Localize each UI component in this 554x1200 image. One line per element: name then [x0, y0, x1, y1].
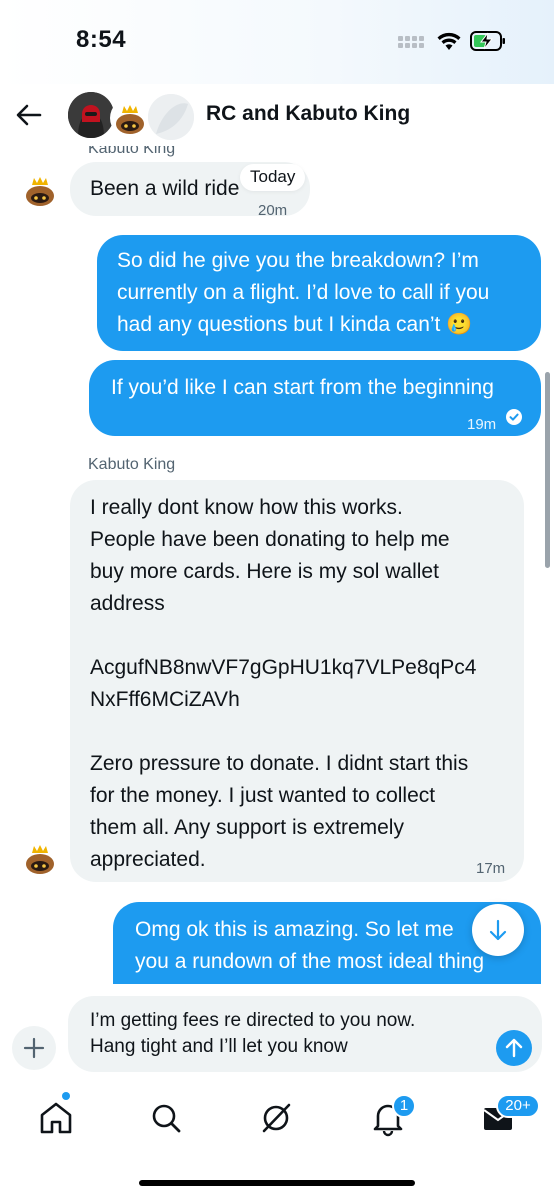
- sender-name: Kabuto King: [88, 456, 176, 473]
- battery-charging-icon: [470, 31, 505, 51]
- arrow-down-icon: [489, 919, 507, 941]
- message-text: If you’d like I can start from the begin…: [111, 376, 494, 399]
- kabuto-king-avatar: [26, 177, 54, 206]
- message-time: 17m: [476, 860, 506, 877]
- message-time: 20m: [258, 202, 288, 219]
- scroll-to-bottom-button[interactable]: [472, 904, 524, 956]
- avatar-rc: [68, 92, 114, 138]
- home-indicator: [139, 1180, 415, 1186]
- message-list[interactable]: Kabuto King Been a wild ride 20m Today S…: [0, 146, 554, 984]
- arrow-up-icon: [505, 1038, 523, 1058]
- notifications-badge: 1: [392, 1094, 416, 1118]
- message-input-text[interactable]: I’m getting fees re directed to you now.…: [90, 1008, 415, 1060]
- read-receipt-icon: [506, 409, 522, 425]
- message-time: 19m: [467, 416, 497, 433]
- group-avatars[interactable]: [68, 92, 198, 140]
- message-text: I really dont know how this works. Peopl…: [90, 496, 477, 871]
- conversation-title: RC and Kabuto King: [206, 102, 411, 125]
- send-button[interactable]: [496, 1030, 532, 1066]
- home-icon[interactable]: [36, 1098, 76, 1138]
- add-attachment-button[interactable]: [12, 1026, 56, 1070]
- message-bubble-outgoing[interactable]: If you’d like I can start from the begin…: [89, 360, 541, 436]
- message-text: So did he give you the breakdown? I’m cu…: [117, 249, 490, 336]
- status-bar: 8:54: [0, 0, 554, 84]
- cellular-signal-icon: [398, 36, 426, 48]
- status-time: 8:54: [76, 26, 127, 53]
- scroll-indicator[interactable]: [545, 372, 550, 568]
- avatar-kabuto-king: [110, 98, 150, 138]
- message-text: Omg ok this is amazing. So let me you a …: [135, 918, 485, 973]
- grok-icon[interactable]: [256, 1098, 296, 1138]
- avatar-member-3: [148, 94, 194, 140]
- message-input[interactable]: I’m getting fees re directed to you now.…: [68, 996, 542, 1072]
- message-bubble-outgoing[interactable]: So did he give you the breakdown? I’m cu…: [97, 235, 541, 351]
- wifi-icon: [437, 32, 461, 50]
- date-divider: Today: [240, 164, 306, 191]
- search-icon[interactable]: [146, 1098, 186, 1138]
- messages-badge: 20+: [496, 1094, 540, 1118]
- message-text: Been a wild ride: [90, 177, 240, 200]
- message-bubble-incoming[interactable]: I really dont know how this works. Peopl…: [70, 480, 524, 882]
- back-arrow-icon[interactable]: [14, 100, 44, 130]
- sender-name: Kabuto King: [88, 146, 176, 157]
- conversation-header: RC and Kabuto King: [0, 84, 554, 146]
- kabuto-king-avatar: [26, 845, 54, 874]
- plus-icon: [23, 1037, 45, 1059]
